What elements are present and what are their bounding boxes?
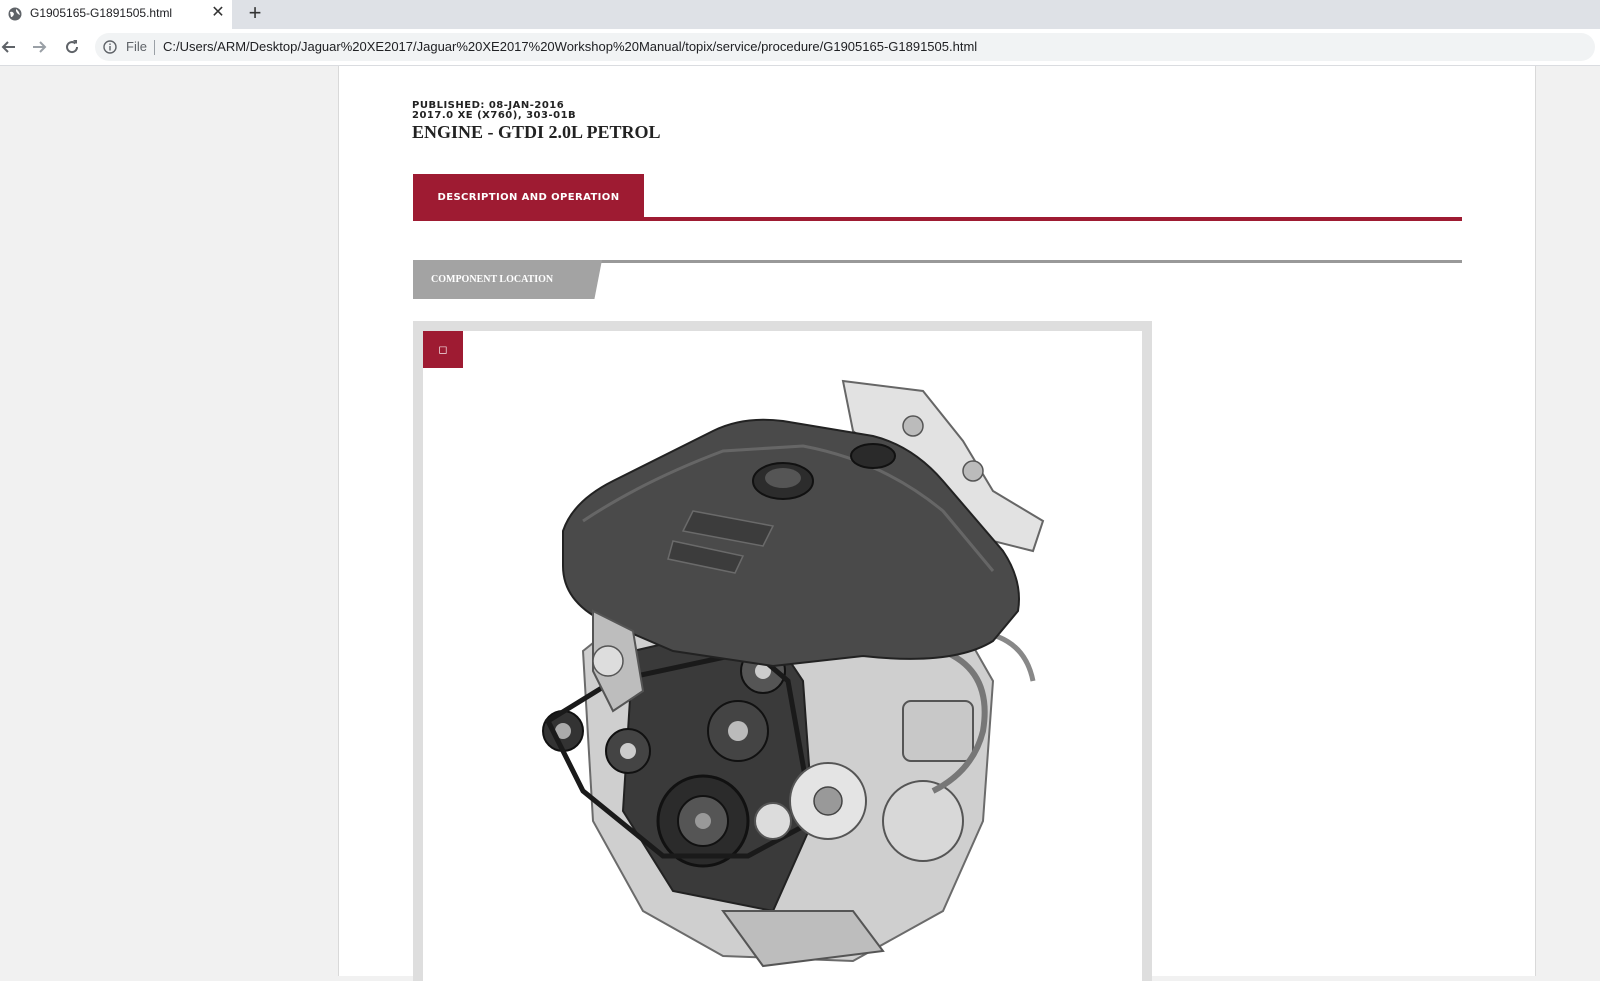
model-info: 2017.0 XE (X760), 303-01B [412,110,577,121]
url-text[interactable]: C:/Users/ARM/Desktop/Jaguar%20XE2017/Jag… [163,39,977,54]
engine-illustration [542,379,1045,968]
document-page: PUBLISHED: 08-JAN-2016 2017.0 XE (X760),… [338,66,1536,981]
info-icon[interactable] [103,40,117,54]
browser-toolbar: File C:/Users/ARM/Desktop/Jaguar%20XE201… [0,29,1600,66]
page-viewport: PUBLISHED: 08-JAN-2016 2017.0 XE (X760),… [0,66,1600,981]
figure-panel: ◻ [423,331,1142,981]
plus-icon[interactable]: + [245,2,265,24]
separator [154,40,155,55]
tab-strip: G1905165-G1891505.html ✕ + [0,0,1600,29]
expand-icon[interactable]: ◻ [423,331,463,368]
section-divider [413,217,1462,221]
reload-icon[interactable] [62,37,82,57]
figure-frame: ◻ [413,321,1152,981]
forward-arrow-icon[interactable] [30,37,50,57]
tab-description-and-operation[interactable]: DESCRIPTION AND OPERATION [413,174,644,220]
scheme-label: File [126,39,147,54]
browser-tab[interactable]: G1905165-G1891505.html ✕ [0,0,232,29]
globe-icon [8,7,22,21]
close-icon[interactable]: ✕ [211,4,225,22]
tab-title: G1905165-G1891505.html [30,6,173,20]
tab-component-location[interactable]: COMPONENT LOCATION [413,260,602,299]
address-bar[interactable]: File C:/Users/ARM/Desktop/Jaguar%20XE201… [95,33,1595,61]
back-arrow-icon[interactable] [0,37,20,57]
page-title: ENGINE - GTDI 2.0L PETROL [412,122,661,142]
